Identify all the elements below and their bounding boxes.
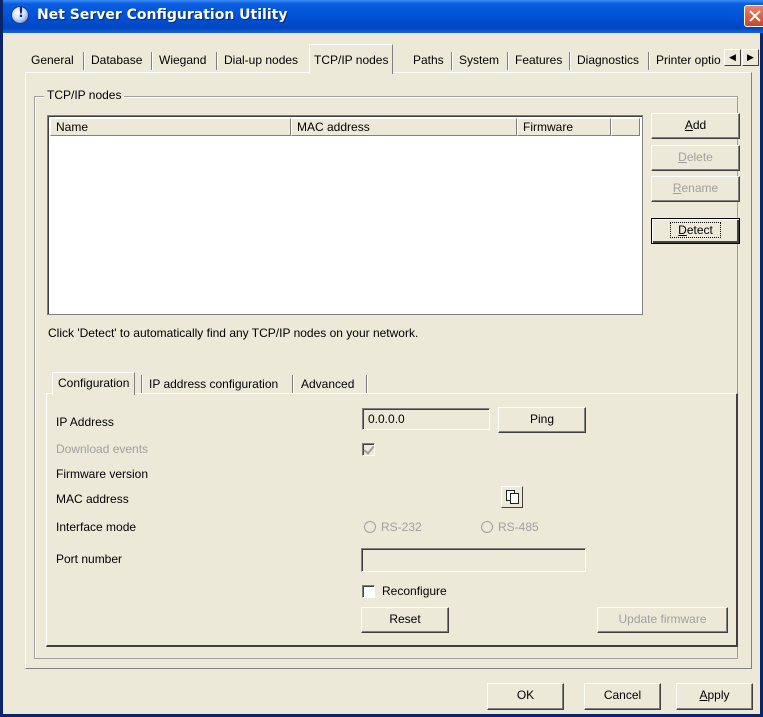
tab-divider [569,52,571,70]
app-info-icon [11,6,29,24]
download-events-checkbox[interactable] [362,443,375,456]
rs485-radio[interactable] [481,521,493,533]
tab-system[interactable]: System [455,49,503,73]
reconfigure-label: Reconfigure [382,584,447,598]
reset-button[interactable]: Reset [361,607,449,633]
tab-divider [141,375,143,393]
group-title: TCP/IP nodes [44,88,125,102]
port-number-field[interactable] [361,548,586,572]
tab-divider [648,52,650,70]
rename-button[interactable]: Rename [651,176,740,202]
delete-button[interactable]: Delete [651,145,740,171]
main-tab-strip: General Database Wiegand Dial-up nodes T… [27,44,759,74]
copy-icon[interactable] [501,486,523,508]
update-firmware-button[interactable]: Update firmware [597,607,728,633]
title-bar[interactable]: Net Server Configuration Utility [3,0,763,33]
tab-database[interactable]: Database [87,49,146,73]
ping-button[interactable]: Ping [498,407,586,433]
apply-button[interactable]: Apply [676,683,753,710]
tab-scroll-left-button[interactable]: ◀ [724,49,741,66]
port-number-label: Port number [56,552,123,566]
tab-configuration[interactable]: Configuration [52,372,136,395]
column-header-name[interactable]: Name [50,118,291,136]
ip-address-label: IP Address [56,415,114,429]
tab-divider [83,52,85,70]
ok-button[interactable]: OK [487,683,564,710]
tab-features[interactable]: Features [511,49,566,73]
rs232-label: RS-232 [381,520,422,534]
interface-mode-label: Interface mode [56,520,137,534]
ip-address-field[interactable]: 0.0.0.0 [362,408,490,430]
download-events-label: Download events [56,442,149,456]
tab-divider [366,375,368,393]
tab-divider [507,52,509,70]
nodes-list[interactable]: Name MAC address Firmware [47,115,643,315]
column-header-filler [611,118,640,136]
detect-button[interactable]: Detect [651,218,740,244]
tab-divider [216,52,218,70]
tab-divider [151,52,153,70]
tab-diagnostics[interactable]: Diagnostics [573,49,643,73]
tab-scroll-right-button[interactable]: ▶ [742,49,759,66]
column-header-mac-address[interactable]: MAC address [291,118,517,136]
tab-dial-up-nodes[interactable]: Dial-up nodes [220,49,302,73]
close-button[interactable] [744,5,763,27]
tab-general[interactable]: General [27,49,78,73]
tab-divider [292,375,294,393]
detect-hint-text: Click 'Detect' to automatically find any… [48,326,419,340]
tab-wiegand[interactable]: Wiegand [155,49,210,73]
tab-divider [451,52,453,70]
reconfigure-checkbox[interactable] [362,585,375,598]
mac-address-label: MAC address [56,492,129,506]
tab-tcp-ip-nodes[interactable]: TCP/IP nodes [309,44,394,74]
firmware-version-label: Firmware version [56,467,149,481]
tab-printer-options[interactable]: Printer optio [652,49,728,73]
tab-paths[interactable]: Paths [409,49,448,73]
rs232-radio[interactable] [364,521,376,533]
cancel-button[interactable]: Cancel [584,683,661,710]
list-header: Name MAC address Firmware [50,118,640,136]
window-title: Net Server Configuration Utility [37,7,288,23]
rs485-label: RS-485 [498,520,539,534]
column-header-firmware[interactable]: Firmware [517,118,611,136]
add-button[interactable]: Add [651,113,740,139]
